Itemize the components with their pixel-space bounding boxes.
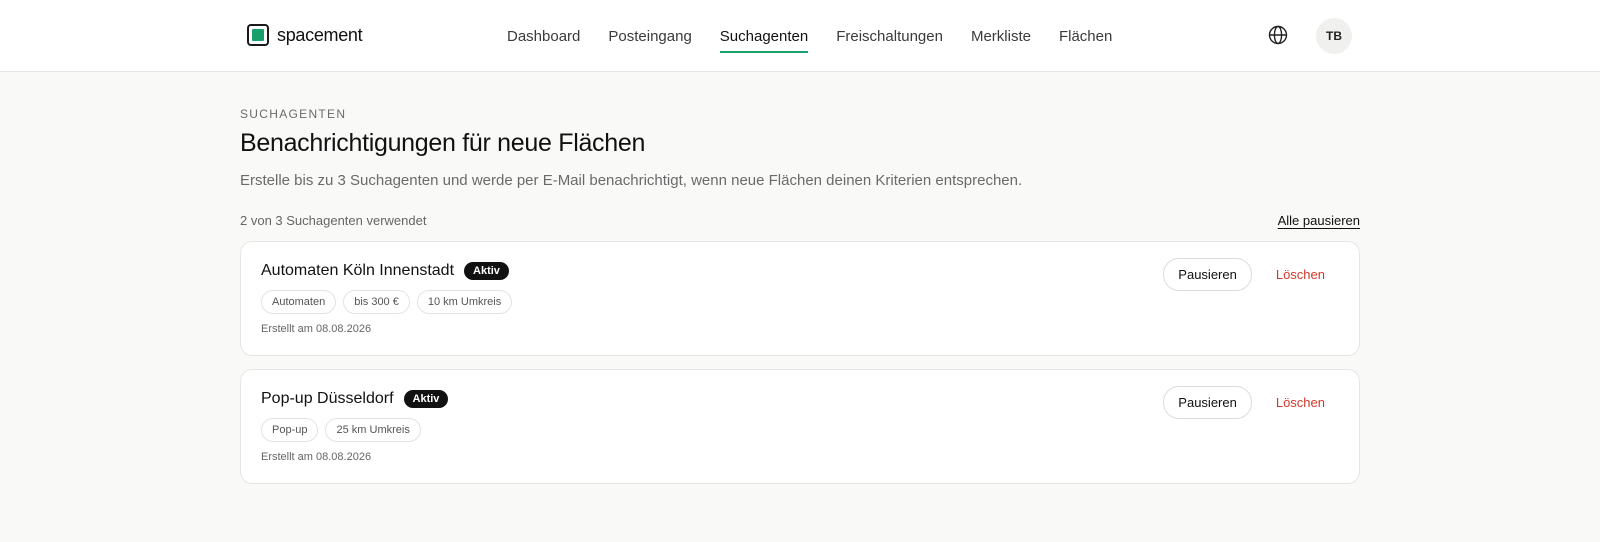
agent-criteria: Automaten bis 300 € 10 km Umkreis — [261, 290, 1339, 314]
delete-button[interactable]: Löschen — [1276, 395, 1325, 410]
pause-all-link[interactable]: Alle pausieren — [1278, 213, 1360, 228]
usage-row: 2 von 3 Suchagenten verwendet Alle pausi… — [240, 211, 1360, 229]
card-actions: Pausieren Löschen — [1163, 386, 1325, 419]
criteria-tag: Pop-up — [261, 418, 319, 442]
search-agent-card: Automaten Köln Innenstadt Aktiv Automate… — [240, 241, 1360, 356]
agent-title: Pop-up Düsseldorf — [261, 390, 394, 407]
usage-counter: 2 von 3 Suchagenten verwendet — [240, 212, 427, 228]
agent-criteria: Pop-up 25 km Umkreis — [261, 418, 1339, 442]
nav-item-merkliste[interactable]: Merkliste — [971, 0, 1031, 72]
agent-title: Automaten Köln Innenstadt — [261, 262, 455, 279]
page-eyebrow: SUCHAGENTEN — [240, 107, 347, 121]
page-subtitle: Erstelle bis zu 3 Suchagenten und werde … — [240, 172, 1023, 189]
delete-button[interactable]: Löschen — [1276, 267, 1325, 282]
card-actions: Pausieren Löschen — [1163, 258, 1325, 291]
created-date: Erstellt am 08.08.2026 — [261, 323, 372, 335]
main-nav: Dashboard Posteingang Suchagenten Freisc… — [507, 0, 1112, 72]
criteria-tag: bis 300 € — [343, 290, 410, 314]
main-content: SUCHAGENTEN Benachrichtigungen für neue … — [240, 72, 1360, 484]
page-title: Benachrichtigungen für neue Flächen — [240, 129, 646, 157]
brand-logo[interactable]: spacement — [247, 24, 363, 46]
search-agent-card: Pop-up Düsseldorf Aktiv Pop-up 25 km Umk… — [240, 369, 1360, 484]
nav-item-suchagenten[interactable]: Suchagenten — [719, 0, 809, 72]
brand-name: spacement — [277, 24, 363, 45]
nav-item-posteingang[interactable]: Posteingang — [608, 0, 691, 72]
globe-icon[interactable] — [1267, 24, 1289, 46]
pause-button[interactable]: Pausieren — [1163, 258, 1252, 291]
criteria-tag: 10 km Umkreis — [416, 290, 513, 314]
logo-icon — [247, 24, 269, 46]
status-badge: Aktiv — [464, 262, 509, 280]
status-badge: Aktiv — [403, 390, 449, 408]
created-date: Erstellt am 08.08.2026 — [261, 451, 372, 463]
criteria-tag: 25 km Umkreis — [325, 418, 421, 442]
criteria-tag: Automaten — [261, 290, 337, 314]
user-avatar[interactable]: TB — [1316, 18, 1352, 54]
nav-item-freischaltungen[interactable]: Freischaltungen — [836, 0, 943, 72]
top-navigation-bar: spacement Dashboard Posteingang Suchagen… — [0, 0, 1600, 72]
nav-item-flaechen[interactable]: Flächen — [1059, 0, 1112, 72]
pause-button[interactable]: Pausieren — [1163, 386, 1252, 419]
nav-item-dashboard[interactable]: Dashboard — [507, 0, 580, 72]
